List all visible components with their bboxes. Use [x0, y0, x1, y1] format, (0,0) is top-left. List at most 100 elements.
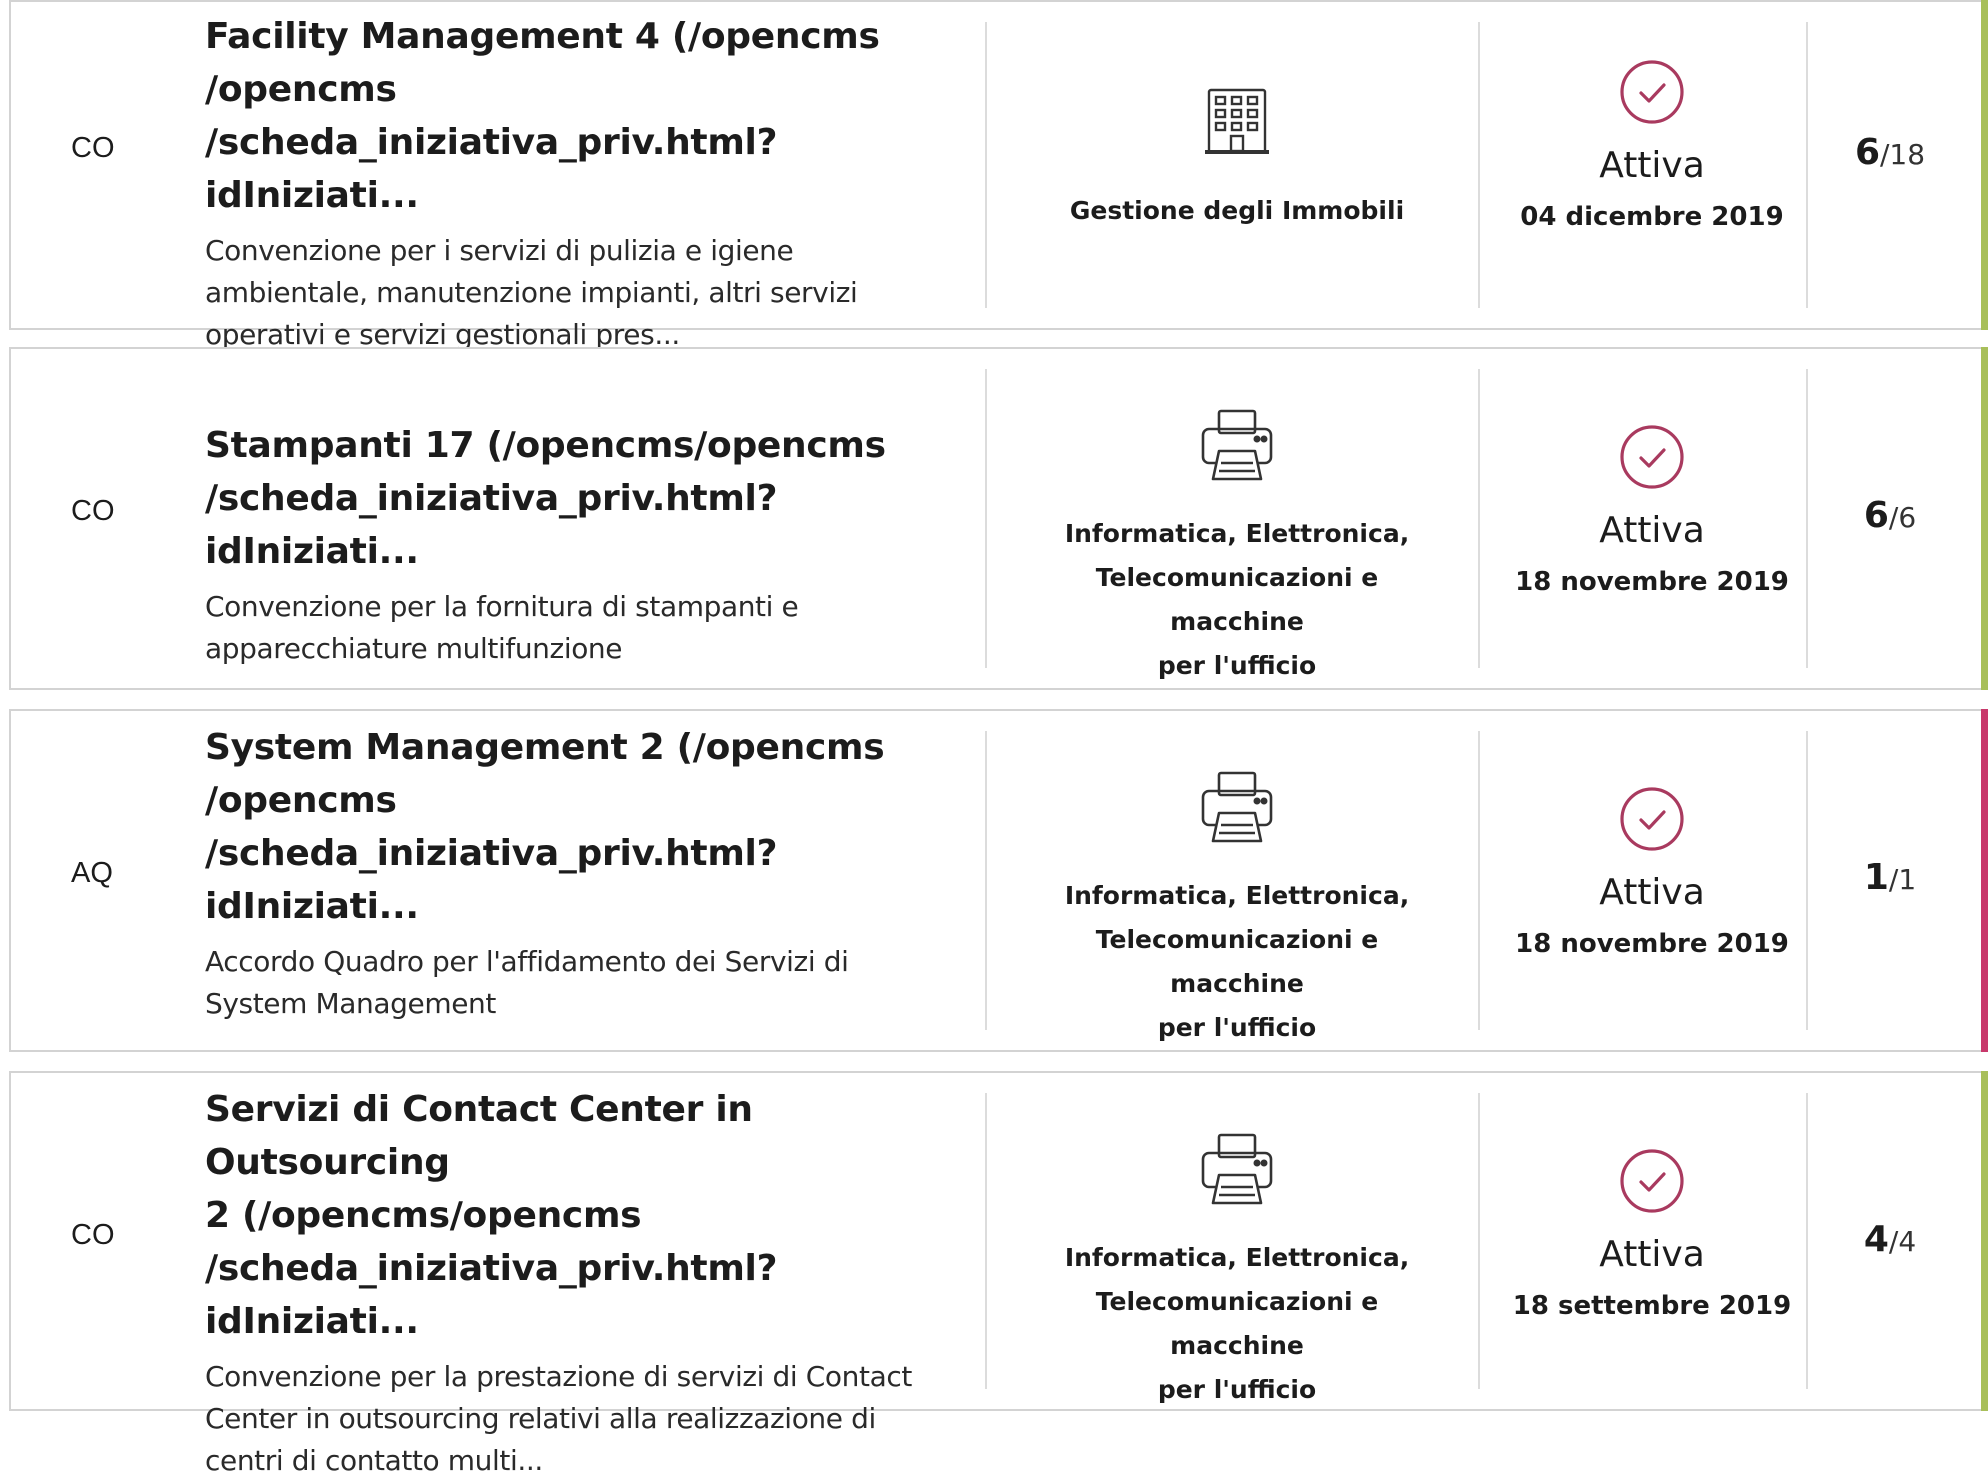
initiative-card[interactable]: AQ System Management 2 (/opencms/opencms /… [9, 709, 1988, 1052]
status-date: 18 settembre 2019 [1512, 1291, 1792, 1321]
printer-icon [1002, 767, 1472, 852]
category-line: Telecomunicazioni e macchine [1095, 563, 1379, 636]
description-line: Convenzione per la prestazione di serviz… [205, 1360, 912, 1393]
title-line: Servizi di Contact Center in Outsourcing [205, 1089, 753, 1183]
status-date: 18 novembre 2019 [1515, 567, 1789, 597]
initiative-type: CO [71, 1219, 115, 1251]
category-line: Informatica, Elettronica, [1064, 519, 1410, 548]
initiative-title-link[interactable]: Servizi di Contact Center in Outsourcing… [205, 1083, 985, 1348]
initiative-title-link[interactable]: System Management 2 (/opencms/opencms/sc… [205, 721, 985, 933]
initiative-description: Convenzione per la fornitura di stampant… [205, 586, 985, 670]
description-line: System Management [205, 987, 496, 1020]
category-column: Gestione degli Immobili [1002, 86, 1472, 233]
description-line: Convenzione per la fornitura di stampant… [205, 590, 799, 623]
category-label: Informatica, Elettronica, Telecomunicazio… [1027, 1236, 1447, 1412]
initiative-title-link[interactable]: Facility Management 4 (/opencms/opencms /… [205, 10, 985, 222]
initiative-description: Convenzione per la prestazione di serviz… [205, 1356, 985, 1482]
status-label: Attiva [1599, 145, 1705, 186]
status-accent-bar [1981, 347, 1988, 690]
building-icon [1002, 86, 1472, 163]
printer-icon [1002, 405, 1472, 490]
lots-count: 1/1 [1820, 857, 1960, 898]
title-line: /scheda_iniziativa_priv.html?idIniziati.… [205, 1248, 778, 1342]
status-accent-bar [1981, 1071, 1988, 1411]
status-accent-bar [1981, 0, 1988, 330]
title-line: /opencms [205, 69, 397, 110]
count-active: 6 [1863, 495, 1889, 536]
initiative-main: System Management 2 (/opencms/opencms/sc… [205, 721, 985, 1025]
initiative-card[interactable]: CO Facility Management 4 (/opencms/opencm… [9, 0, 1988, 351]
status-date: 04 dicembre 2019 [1520, 202, 1784, 232]
status-label: Attiva [1599, 872, 1705, 913]
initiative-type: AQ [71, 857, 113, 889]
status-label: Attiva [1599, 510, 1705, 551]
count-active: 4 [1863, 1219, 1889, 1260]
description-line: Accordo Quadro per l'affidamento dei Ser… [205, 945, 849, 978]
title-line: /scheda_iniziativa_priv.html?idIniziati.… [205, 833, 778, 927]
initiative-description: Accordo Quadro per l'affidamento dei Ser… [205, 941, 985, 1025]
status-label: Attiva [1599, 1234, 1705, 1275]
title-line: /scheda_iniziativa_priv.html?idIniziati.… [205, 122, 778, 216]
category-column: Informatica, Elettronica, Telecomunicazio… [1002, 405, 1472, 688]
column-divider [1478, 1093, 1480, 1389]
count-total: /6 [1888, 501, 1917, 534]
description-line: centri di contatto multi... [205, 1444, 543, 1477]
category-label: Informatica, Elettronica, Telecomunicazio… [1027, 874, 1447, 1050]
column-divider [1478, 731, 1480, 1030]
check-circle-icon [1492, 423, 1812, 496]
initiative-card[interactable]: CO Stampanti 17 (/opencms/opencms/scheda_… [9, 347, 1988, 690]
category-line: per l'ufficio [1157, 651, 1317, 680]
count-total: /1 [1888, 863, 1917, 896]
column-divider [985, 369, 987, 668]
initiative-description: Convenzione per i servizi di pulizia e i… [205, 230, 985, 356]
column-divider [1478, 369, 1480, 668]
description-line: apparecchiature multifunzione [205, 632, 623, 665]
initiative-main: Stampanti 17 (/opencms/opencms/scheda_in… [205, 419, 985, 670]
title-line: 2 (/opencms/opencms [205, 1195, 642, 1236]
title-line: Stampanti 17 (/opencms/opencms [205, 425, 886, 466]
initiative-main: Servizi di Contact Center in Outsourcing… [205, 1083, 985, 1482]
status-accent-bar [1981, 709, 1988, 1052]
title-line: Facility Management 4 (/opencms [205, 16, 880, 57]
category-column: Informatica, Elettronica, Telecomunicazio… [1002, 767, 1472, 1050]
column-divider [985, 1093, 987, 1389]
category-line: Informatica, Elettronica, [1064, 1243, 1410, 1272]
count-active: 6 [1854, 132, 1880, 173]
initiative-main: Facility Management 4 (/opencms/opencms /… [205, 10, 985, 356]
check-circle-icon [1492, 1147, 1812, 1220]
category-line: Telecomunicazioni e macchine [1095, 1287, 1379, 1360]
status-column: Attiva 18 novembre 2019 [1492, 423, 1812, 597]
description-line: Center in outsourcing relativi alla real… [205, 1402, 876, 1435]
initiative-type: CO [71, 132, 115, 164]
title-line: System Management 2 (/opencms [205, 727, 885, 768]
column-divider [985, 731, 987, 1030]
category-line: Telecomunicazioni e macchine [1095, 925, 1379, 998]
check-circle-icon [1492, 785, 1812, 858]
count-active: 1 [1863, 857, 1889, 898]
lots-count: 6/6 [1820, 495, 1960, 536]
initiative-card[interactable]: CO Servizi di Contact Center in Outsourci… [9, 1071, 1988, 1477]
printer-icon [1002, 1129, 1472, 1214]
category-column: Informatica, Elettronica, Telecomunicazio… [1002, 1129, 1472, 1412]
count-total: /4 [1888, 1225, 1917, 1258]
lots-count: 4/4 [1820, 1219, 1960, 1260]
count-total: /18 [1880, 138, 1926, 171]
column-divider [985, 22, 987, 308]
initiative-type: CO [71, 495, 115, 527]
category-label: Informatica, Elettronica, Telecomunicazio… [1027, 512, 1447, 688]
initiative-title-link[interactable]: Stampanti 17 (/opencms/opencms/scheda_in… [205, 419, 985, 578]
column-divider [1478, 22, 1480, 308]
status-column: Attiva 18 settembre 2019 [1492, 1147, 1812, 1321]
title-line: /scheda_iniziativa_priv.html?idIniziati.… [205, 478, 778, 572]
title-line: /opencms [205, 780, 397, 821]
category-line: Informatica, Elettronica, [1064, 881, 1410, 910]
category-line: per l'ufficio [1157, 1013, 1317, 1042]
lots-count: 6/18 [1820, 132, 1960, 173]
description-line: ambientale, manutenzione impianti, altri… [205, 276, 858, 309]
status-date: 18 novembre 2019 [1515, 929, 1789, 959]
status-column: Attiva 18 novembre 2019 [1492, 785, 1812, 959]
category-line: per l'ufficio [1157, 1375, 1317, 1404]
status-column: Attiva 04 dicembre 2019 [1492, 58, 1812, 232]
check-circle-icon [1492, 58, 1812, 131]
category-label: Gestione degli Immobili [1027, 189, 1447, 233]
